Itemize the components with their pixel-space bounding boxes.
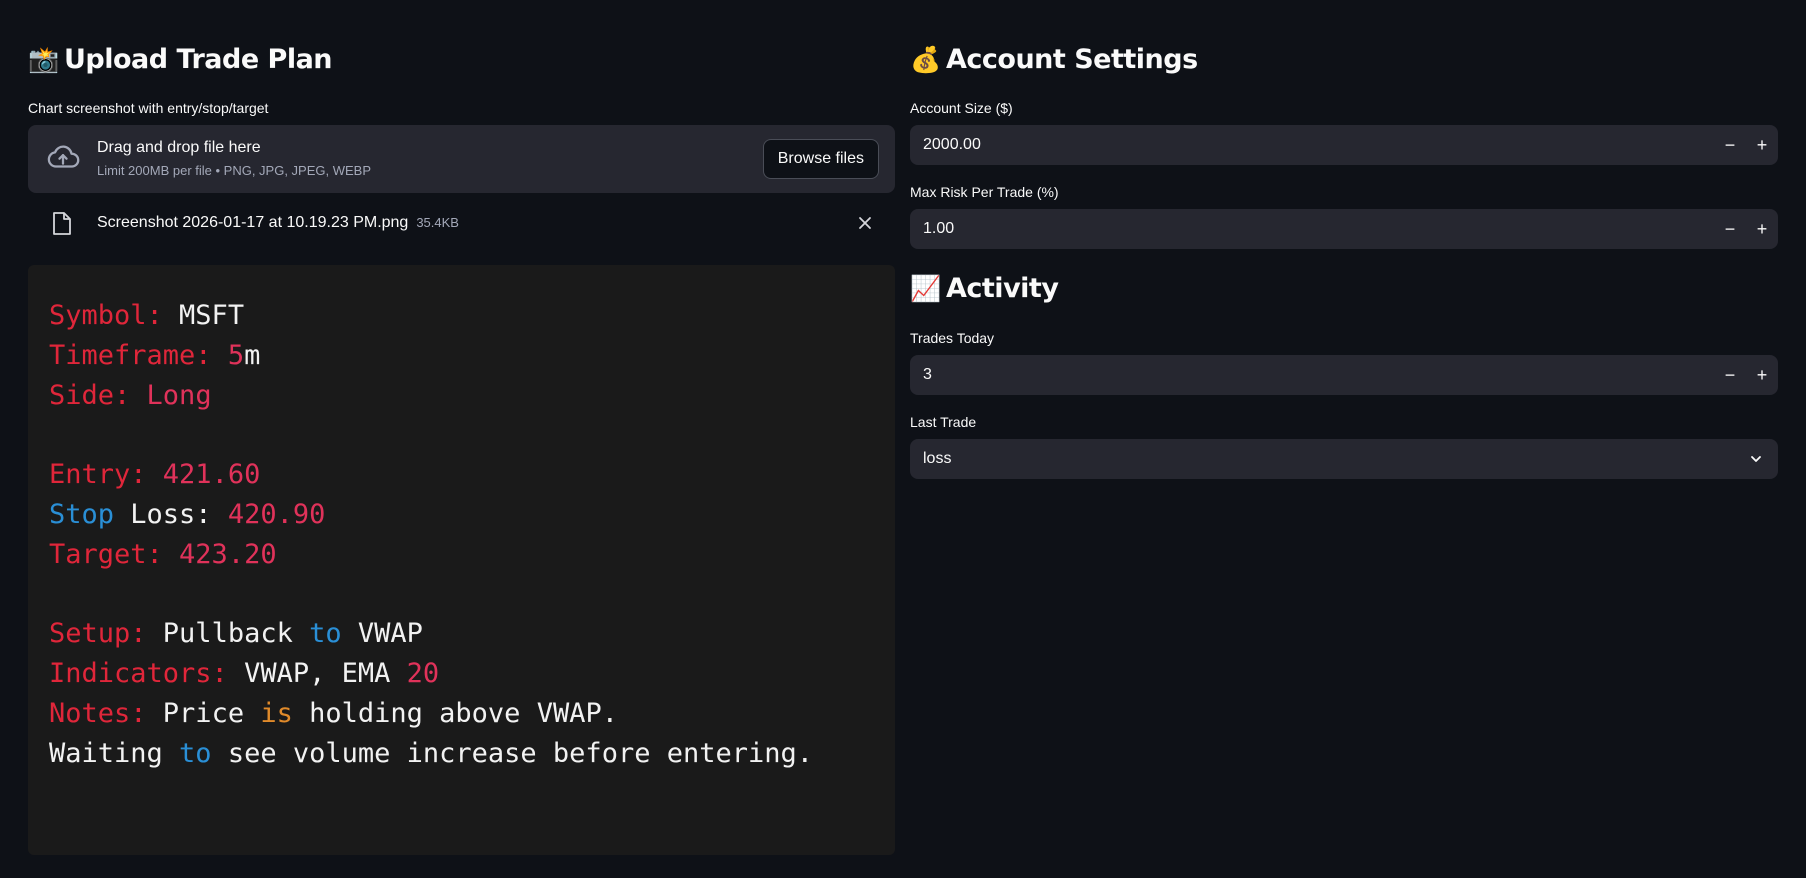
preview-line: Notes: Price is holding above VWAP. — [49, 691, 813, 731]
minus-icon[interactable]: − — [1714, 355, 1746, 395]
preview-token: Loss: — [114, 498, 228, 530]
upload-heading: 📸 Upload Trade Plan — [28, 44, 333, 75]
upload-field-label: Chart screenshot with entry/stop/target — [28, 100, 269, 116]
chevron-down-icon — [1751, 456, 1761, 462]
preview-token: 5 — [227, 339, 245, 371]
file-name-text: Screenshot 2026-01-17 at 10.19.23 PM.png — [97, 214, 409, 231]
file-size: 35.4KB — [416, 215, 459, 230]
close-icon[interactable] — [851, 209, 879, 237]
preview-line: Symbol: MSFT — [49, 293, 813, 333]
plus-icon[interactable]: + — [1746, 355, 1778, 395]
preview-token: is — [260, 697, 293, 729]
uploaded-file-row: Screenshot 2026-01-17 at 10.19.23 PM.png… — [28, 203, 895, 243]
browse-files-button[interactable]: Browse files — [762, 139, 879, 179]
account-heading: 💰 Account Settings — [910, 44, 1198, 75]
activity-heading: 📈 Activity — [910, 273, 1059, 304]
trades-today-label: Trades Today — [910, 330, 995, 346]
upload-title: Upload Trade Plan — [64, 44, 333, 75]
preview-token: VWAP, EMA — [244, 658, 407, 690]
trades-today-value[interactable]: 3 — [923, 366, 932, 384]
account-size-label: Account Size ($) — [910, 100, 1013, 116]
file-dropzone[interactable]: Drag and drop file here Limit 200MB per … — [28, 125, 895, 193]
cloud-upload-icon — [47, 145, 80, 168]
preview-token: 20 — [406, 658, 440, 690]
camera-flash-icon: 📸 — [28, 45, 59, 74]
preview-token: Price — [162, 697, 261, 729]
file-icon — [53, 212, 71, 235]
dropzone-limits: Limit 200MB per file • PNG, JPG, JPEG, W… — [97, 163, 372, 178]
preview-token: Long — [146, 379, 212, 411]
minus-icon[interactable]: − — [1714, 125, 1746, 165]
preview-token: Symbol: — [49, 300, 180, 331]
dropzone-title: Drag and drop file here — [97, 139, 261, 156]
preview-token: 421.60 — [162, 459, 261, 491]
preview-token: Target: — [49, 538, 180, 570]
last-trade-label: Last Trade — [910, 414, 977, 430]
account-size-value[interactable]: 2000.00 — [923, 136, 981, 154]
preview-token: Entry: — [49, 459, 163, 491]
account-title: Account Settings — [946, 44, 1198, 75]
minus-icon[interactable]: − — [1714, 209, 1746, 249]
preview-line: Indicators: VWAP, EMA 20 — [49, 651, 813, 691]
chart-increasing-icon: 📈 — [910, 274, 941, 303]
preview-token: Notes: — [49, 697, 163, 729]
preview-text: Symbol: MSFT Timeframe: 5m Side: Long Entry… — [49, 293, 813, 771]
activity-title: Activity — [946, 273, 1059, 304]
preview-line: Timeframe: 5m — [49, 333, 813, 373]
preview-token: MSFT — [179, 300, 245, 331]
money-bag-icon: 💰 — [910, 45, 941, 74]
preview-line: Entry: 421.60 — [49, 452, 813, 492]
image-preview: Symbol: MSFT Timeframe: 5m Side: Long Entry… — [28, 265, 895, 855]
preview-token: to — [179, 737, 212, 769]
preview-token: 420.90 — [227, 498, 326, 530]
preview-token: 423.20 — [179, 538, 277, 570]
preview-token: Waiting — [49, 737, 180, 769]
preview-token: to — [309, 618, 342, 650]
preview-token: see volume increase before entering. — [211, 737, 814, 769]
last-trade-select[interactable]: loss — [910, 439, 1778, 479]
max-risk-value[interactable]: 1.00 — [923, 220, 954, 238]
preview-token: Setup: — [49, 618, 163, 650]
trades-today-input[interactable]: 3 − + — [910, 355, 1778, 395]
preview-token: Indicators: — [49, 658, 245, 690]
preview-token: Pullback — [162, 618, 310, 650]
account-size-input[interactable]: 2000.00 − + — [910, 125, 1778, 165]
preview-token: Stop — [49, 498, 115, 530]
preview-token: VWAP — [341, 618, 423, 650]
uploaded-file-name: Screenshot 2026-01-17 at 10.19.23 PM.png… — [97, 214, 459, 232]
last-trade-value: loss — [923, 450, 952, 467]
preview-line: Stop Loss: 420.90 — [49, 492, 813, 532]
preview-line — [49, 572, 813, 612]
preview-token: Timeframe: — [49, 339, 228, 371]
max-risk-input[interactable]: 1.00 − + — [910, 209, 1778, 249]
preview-line: Waiting to see volume increase before en… — [49, 731, 813, 771]
plus-icon[interactable]: + — [1746, 209, 1778, 249]
max-risk-label: Max Risk Per Trade (%) — [910, 184, 1059, 200]
preview-token: Side: — [49, 379, 147, 411]
preview-line — [49, 412, 813, 452]
plus-icon[interactable]: + — [1746, 125, 1778, 165]
preview-token: holding above VWAP. — [292, 697, 618, 729]
preview-token: m — [244, 339, 261, 371]
preview-line: Side: Long — [49, 373, 813, 413]
preview-line: Target: 423.20 — [49, 532, 813, 572]
preview-line: Setup: Pullback to VWAP — [49, 611, 813, 651]
